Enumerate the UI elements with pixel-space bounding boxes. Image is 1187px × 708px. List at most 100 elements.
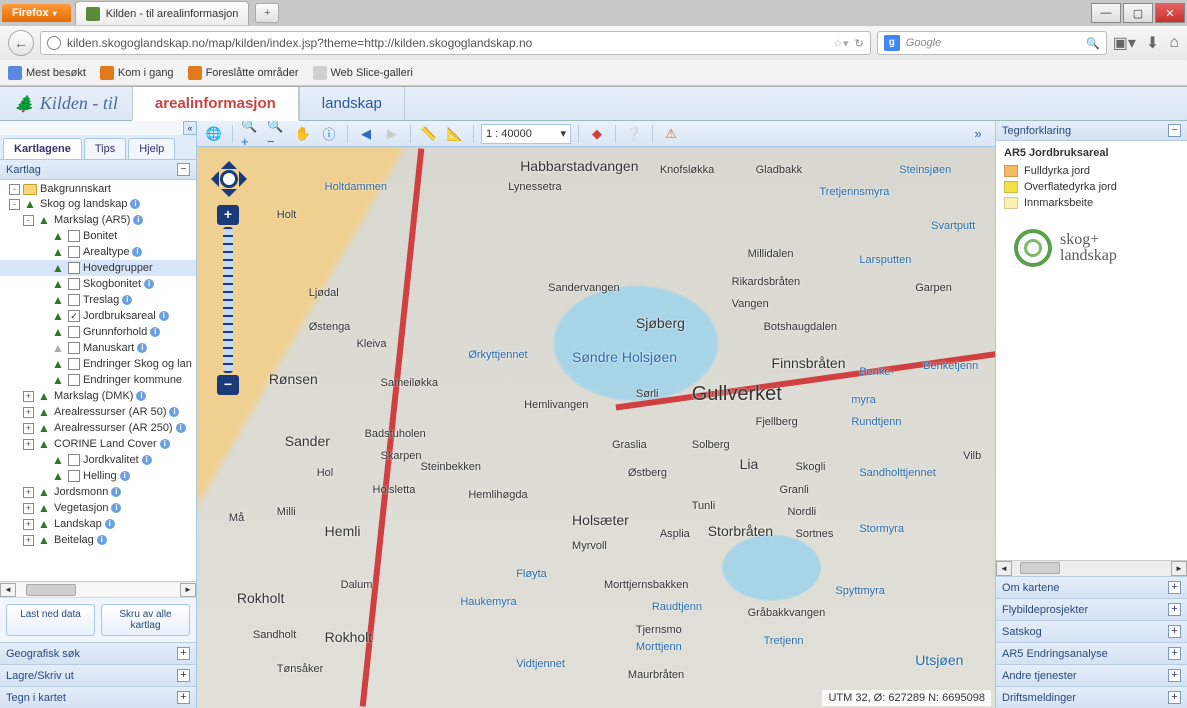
pan-south-icon[interactable]	[221, 189, 237, 205]
bookmark-item[interactable]: Web Slice-galleri	[313, 66, 413, 80]
scale-select[interactable]: 1 : 40000▾	[481, 124, 571, 144]
zoom-plus-button[interactable]: +	[217, 205, 239, 225]
tree-node[interactable]: ▲Hellingi	[0, 468, 196, 484]
tree-node[interactable]: ▲Bonitet	[0, 228, 196, 244]
close-button[interactable]: ✕	[1155, 3, 1185, 23]
layer-checkbox[interactable]	[68, 262, 80, 274]
expander-icon[interactable]: +	[23, 439, 34, 450]
expander-icon[interactable]: +	[23, 503, 34, 514]
tree-node[interactable]: ▲Jordkvaliteti	[0, 452, 196, 468]
bookmark-item[interactable]: Mest besøkt	[8, 66, 86, 80]
tree-node[interactable]: ▲✓Jordbruksareali	[0, 308, 196, 324]
url-bar[interactable]: kilden.skogoglandskap.no/map/kilden/inde…	[40, 31, 871, 55]
expander-icon[interactable]: +	[23, 407, 34, 418]
accordion-satskog[interactable]: Satskog+	[996, 620, 1187, 642]
pan-east-icon[interactable]	[239, 171, 255, 187]
expand-icon[interactable]: +	[177, 647, 190, 660]
info-icon[interactable]: i	[120, 471, 130, 481]
back-button[interactable]: ←	[8, 30, 34, 56]
tree-node[interactable]: ▲Hovedgrupper	[0, 260, 196, 276]
right-hscrollbar[interactable]: ◄ ►	[996, 560, 1187, 576]
measure-area-button[interactable]: 📐	[444, 124, 466, 144]
info-icon[interactable]: i	[97, 535, 107, 545]
layer-checkbox[interactable]	[68, 294, 80, 306]
layer-checkbox[interactable]	[68, 326, 80, 338]
layer-checkbox[interactable]	[68, 374, 80, 386]
info-icon[interactable]: i	[160, 439, 170, 449]
tree-node[interactable]: ▲Treslagi	[0, 292, 196, 308]
app-tab-landskap[interactable]: landskap	[299, 87, 405, 120]
expand-icon[interactable]: +	[1168, 691, 1181, 704]
tree-node[interactable]: ▲Grunnforholdi	[0, 324, 196, 340]
info-icon[interactable]: i	[169, 407, 179, 417]
tree-node[interactable]: -▲Markslag (AR5)i	[0, 212, 196, 228]
scroll-left-icon[interactable]: ◄	[0, 583, 16, 597]
layer-checkbox[interactable]: ✓	[68, 310, 80, 322]
left-tab-kartlagene[interactable]: Kartlagene	[3, 138, 82, 159]
left-tab-tips[interactable]: Tips	[84, 138, 126, 159]
expand-icon[interactable]: +	[1168, 647, 1181, 660]
tree-node[interactable]: +▲Vegetasjoni	[0, 500, 196, 516]
browser-tab-active[interactable]: Kilden - til arealinformasjon	[75, 1, 250, 25]
layer-checkbox[interactable]	[68, 342, 80, 354]
tree-node[interactable]: +▲Arealressurser (AR 250)i	[0, 420, 196, 436]
expander-icon[interactable]: +	[23, 391, 34, 402]
accordion-driftsmeldinger[interactable]: Driftsmeldinger+	[996, 686, 1187, 708]
tree-node[interactable]: +▲Jordsmonni	[0, 484, 196, 500]
expander-icon[interactable]: +	[23, 519, 34, 530]
bookmark-menu-icon[interactable]: ▣▾	[1113, 33, 1136, 53]
collapse-icon[interactable]: −	[1168, 124, 1181, 137]
info-icon[interactable]: i	[137, 343, 147, 353]
tree-node[interactable]: +▲Arealressurser (AR 50)i	[0, 404, 196, 420]
pan-north-icon[interactable]	[221, 153, 237, 169]
info-icon[interactable]: i	[111, 487, 121, 497]
warning-button[interactable]: ⚠	[660, 124, 682, 144]
info-icon[interactable]: i	[130, 199, 140, 209]
scroll-thumb[interactable]	[26, 584, 76, 596]
tree-node[interactable]: ▲Arealtypei	[0, 244, 196, 260]
downloads-icon[interactable]: ⬇	[1146, 33, 1159, 53]
expand-toolbar-button[interactable]: »	[967, 124, 989, 144]
accordion-geografisk-s-k[interactable]: Geografisk søk+	[0, 642, 196, 664]
tree-node[interactable]: +▲Landskapi	[0, 516, 196, 532]
expand-icon[interactable]: +	[1168, 669, 1181, 682]
expand-icon[interactable]: +	[1168, 603, 1181, 616]
info-icon[interactable]: i	[111, 503, 121, 513]
scroll-right-icon[interactable]: ►	[180, 583, 196, 597]
layer-checkbox[interactable]	[68, 230, 80, 242]
info-icon[interactable]: i	[133, 215, 143, 225]
tree-node[interactable]: +▲Markslag (DMK)i	[0, 388, 196, 404]
expander-icon[interactable]: -	[23, 215, 34, 226]
expand-icon[interactable]: +	[177, 691, 190, 704]
kartlag-header[interactable]: Kartlag −	[0, 160, 196, 180]
tree-node[interactable]: ▲Manuskarti	[0, 340, 196, 356]
accordion-om-kartene[interactable]: Om kartene+	[996, 576, 1187, 598]
accordion-lagre-skriv-ut[interactable]: Lagre/Skriv ut+	[0, 664, 196, 686]
info-icon[interactable]: i	[122, 295, 132, 305]
reload-icon[interactable]: ↻	[855, 37, 864, 50]
bookmark-item[interactable]: Kom i gang	[100, 66, 174, 80]
expander-icon[interactable]: -	[9, 184, 20, 195]
maximize-button[interactable]: ▢	[1123, 3, 1153, 23]
info-icon[interactable]: i	[132, 247, 142, 257]
collapse-icon[interactable]: −	[177, 163, 190, 176]
help-button[interactable]: ❔	[623, 124, 645, 144]
legend-header[interactable]: Tegnforklaring −	[996, 121, 1187, 141]
pan-button[interactable]: ✋	[292, 124, 314, 144]
expander-icon[interactable]: +	[23, 535, 34, 546]
tree-hscrollbar[interactable]: ◄ ►	[0, 581, 196, 597]
info-icon[interactable]: i	[105, 519, 115, 529]
full-extent-button[interactable]: 🌐	[203, 124, 225, 144]
left-tab-hjelp[interactable]: Hjelp	[128, 138, 175, 159]
pan-west-icon[interactable]	[203, 171, 219, 187]
accordion-tegn-i-kartet[interactable]: Tegn i kartet+	[0, 686, 196, 708]
info-icon[interactable]: i	[176, 423, 186, 433]
info-icon[interactable]: i	[159, 311, 169, 321]
tree-node[interactable]: ▲Skogboniteti	[0, 276, 196, 292]
expand-icon[interactable]: +	[1168, 625, 1181, 638]
info-icon[interactable]: i	[144, 279, 154, 289]
marker-button[interactable]: ◆	[586, 124, 608, 144]
zoom-minus-button[interactable]: −	[217, 375, 239, 395]
accordion-flybildeprosjekter[interactable]: Flybildeprosjekter+	[996, 598, 1187, 620]
tree-node[interactable]: -▲Skog og landskapi	[0, 196, 196, 212]
